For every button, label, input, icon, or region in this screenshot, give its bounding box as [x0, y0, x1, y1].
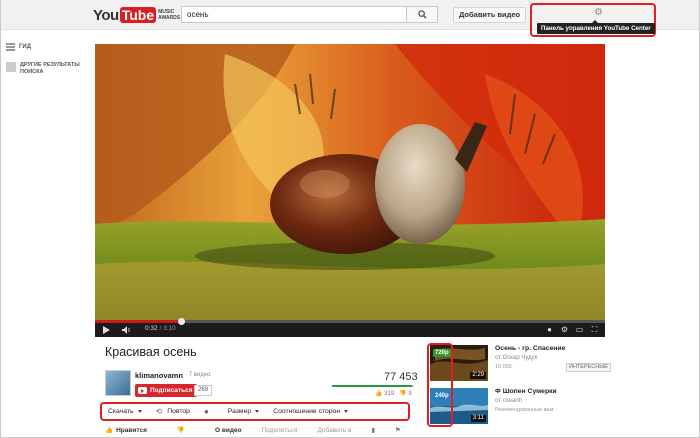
logo-tube: Tube — [119, 7, 157, 23]
tab-share[interactable]: Поделиться — [262, 427, 298, 434]
video-player[interactable]: 0:32 / 3:10 ● ⚙ ▭ ⛶ — [95, 44, 605, 337]
dislike-count: 9 — [408, 391, 412, 397]
related-author: от cxearth — [495, 398, 523, 404]
youtube-logo[interactable]: You Tube MUSIC AWARDS — [93, 6, 180, 24]
guide-label: ГИД — [19, 44, 31, 50]
results-icon — [6, 62, 16, 72]
progress-knob[interactable] — [177, 318, 185, 325]
progress-fill — [95, 320, 181, 323]
logo-you: You — [93, 6, 119, 24]
sidebar-item-other-results[interactable]: ДРУГИЕ РЕЗУЛЬТАТЫ ПОИСКА — [6, 62, 90, 76]
settings-icon[interactable]: ⚙ — [560, 325, 569, 334]
search-input[interactable] — [181, 6, 407, 23]
dislike-button[interactable]: 👎 — [177, 426, 185, 434]
progress-bar[interactable] — [95, 318, 605, 325]
channel-name[interactable]: klimanovamn — [135, 371, 183, 380]
video-title: Красивая осень — [105, 345, 197, 359]
menu-icon — [6, 43, 15, 51]
dislike-count-group: 👎 9 — [399, 390, 412, 397]
other-results-label: ДРУГИЕ РЕЗУЛЬТАТЫ ПОИСКА — [20, 62, 80, 75]
tab-about[interactable]: О видео — [215, 427, 242, 434]
like-label: Нравится — [116, 426, 147, 434]
search-icon — [417, 10, 427, 19]
related-title[interactable]: Осень - гр. Спасение — [495, 345, 565, 352]
time-duration: 3:10 — [163, 325, 176, 332]
duration-badge: 2:29 — [470, 372, 486, 379]
thumbs-up-icon: 👍 — [375, 391, 383, 397]
youtube-play-icon — [138, 387, 147, 394]
thumbs-down-icon: 👎 — [399, 391, 407, 397]
download-button[interactable]: Скачать — [108, 408, 142, 415]
related-item-1[interactable]: 720p 2:29 Осень - гр. Спасение от Оскар … — [428, 343, 611, 383]
volume-icon[interactable] — [122, 326, 132, 334]
like-count-group: 👍 319 — [375, 390, 394, 397]
guide-button[interactable]: ГИД — [6, 43, 31, 51]
related-views: Рекомендованные вам — [495, 407, 554, 413]
channel-video-count[interactable]: · 7 видео — [185, 372, 210, 378]
repeat-icon: ⟲ — [155, 407, 163, 416]
fullscreen-icon[interactable]: ⛶ — [590, 325, 599, 334]
gear-icon[interactable]: ⚙ — [591, 6, 606, 19]
chevron-down-icon — [344, 410, 349, 413]
thumbs-up-icon: 👍 — [105, 427, 114, 434]
play-icon[interactable] — [103, 326, 110, 334]
action-bar: 👍 Нравится 👎 О видео Поделиться Добавить… — [105, 424, 415, 436]
download-label: Скачать — [108, 408, 134, 415]
theater-icon[interactable]: ▭ — [575, 325, 584, 334]
aspect-label: Соотношение сторон — [273, 408, 341, 415]
like-button[interactable]: 👍 Нравится — [105, 426, 147, 435]
related-badge: ИНТЕРЕСНЫЕ — [566, 363, 611, 372]
like-ratio-bar — [332, 385, 414, 387]
lightbulb-icon: ● — [203, 407, 209, 416]
avatar[interactable] — [105, 370, 131, 396]
highlight-quality-badges — [427, 343, 453, 427]
chevron-down-icon — [255, 410, 260, 413]
size-button[interactable]: Размер — [227, 408, 260, 415]
time-current: 0:32 — [145, 325, 158, 332]
related-item-2[interactable]: 240p 3:11 Ф Шопен Сумерки от cxearth Рек… — [428, 386, 608, 426]
video-frame-image — [95, 44, 605, 323]
size-label: Размер — [227, 408, 252, 415]
duration-badge: 3:11 — [470, 415, 486, 422]
subscribe-button[interactable]: Подписаться — [135, 384, 197, 397]
like-count: 319 — [384, 391, 395, 397]
player-controls: 0:32 / 3:10 ● ⚙ ▭ ⛶ — [95, 318, 605, 337]
time-display: 0:32 / 3:10 — [145, 325, 176, 332]
upload-button[interactable]: Добавить видео — [453, 7, 527, 23]
search-button[interactable] — [406, 6, 438, 23]
like-dislike-counts: 👍 319 👎 9 — [375, 390, 412, 397]
flag-icon[interactable]: ⚑ — [395, 426, 401, 434]
tab-add-to[interactable]: Добавить в — [317, 427, 351, 434]
view-count: 77 453 — [384, 371, 418, 383]
aspect-ratio-button[interactable]: Соотношение сторон — [273, 408, 349, 415]
player-right-controls: ● ⚙ ▭ ⛶ — [545, 325, 599, 334]
stats-icon[interactable]: ▮ — [371, 426, 375, 434]
subscriber-count: 269 — [194, 385, 213, 396]
repeat-button[interactable]: ⟲ Повтор — [156, 407, 190, 416]
related-views: 10 055 — [495, 364, 512, 370]
youtube-center-toolbar: Скачать ⟲ Повтор ● Размер Соотношение ст… — [100, 402, 410, 421]
related-title[interactable]: Ф Шопен Сумерки — [495, 388, 557, 395]
related-author: от Оскар Чудук — [495, 355, 538, 361]
repeat-label: Повтор — [167, 408, 190, 415]
youtube-center-tooltip: Панель управления YouTube Center — [537, 20, 655, 34]
thumbs-down-icon: 👎 — [176, 427, 185, 434]
lights-button[interactable]: ● — [204, 407, 214, 416]
annotations-icon[interactable]: ● — [545, 325, 554, 334]
like-ratio-fill — [332, 385, 412, 387]
chevron-down-icon — [137, 410, 142, 413]
logo-awards-text: MUSIC AWARDS — [158, 9, 181, 21]
subscribe-label: Подписаться — [150, 387, 193, 394]
